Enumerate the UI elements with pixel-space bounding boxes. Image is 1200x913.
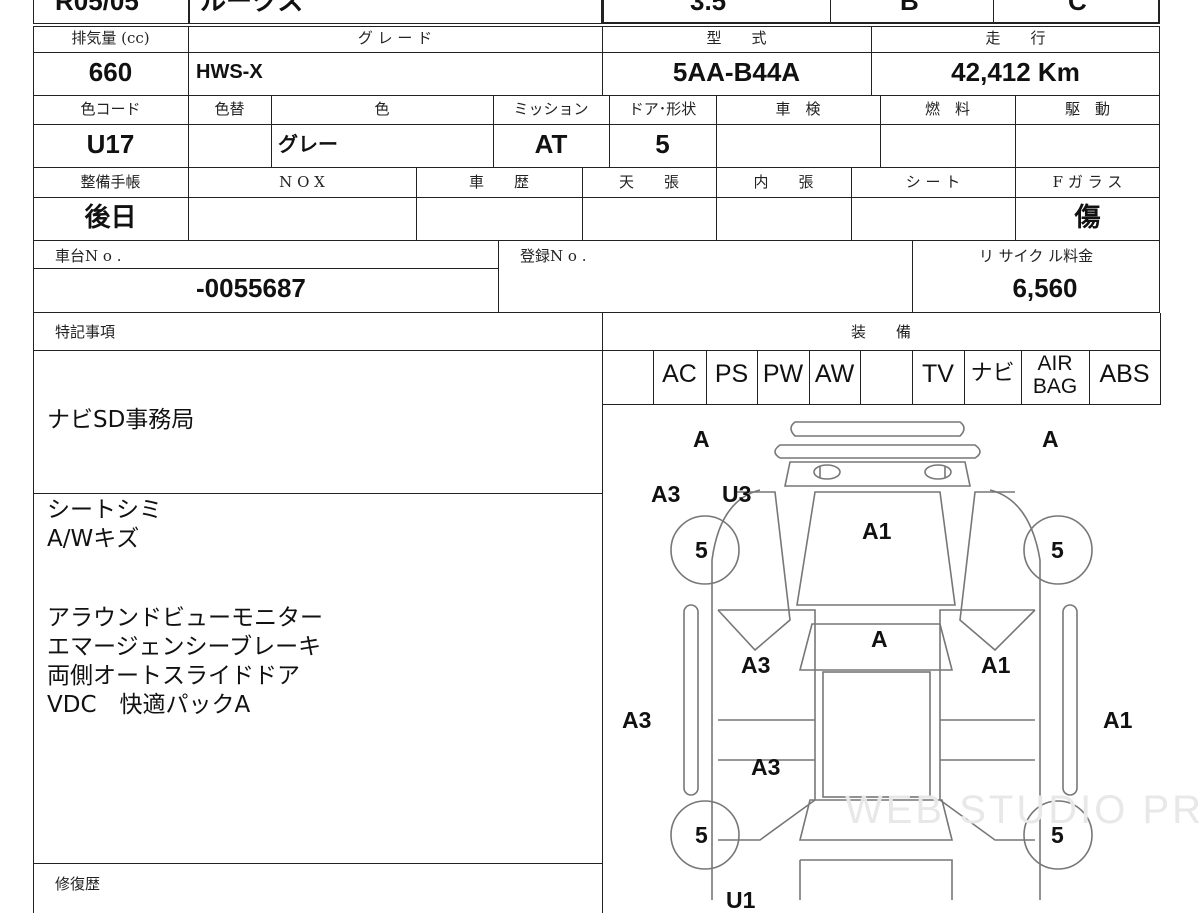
label-inspection: 車 検 [775, 100, 821, 118]
mark-right-front-door: A1 [981, 652, 1011, 678]
mark-tire-rear-left: 5 [695, 822, 708, 848]
label-remarks: 特記事項 [55, 323, 116, 341]
overall-score: 3.5 [690, 0, 727, 16]
equip-ps: PS [714, 360, 749, 388]
label-interior: 内 張 [753, 173, 814, 191]
value-mileage: 42,412 Km [951, 57, 1080, 87]
mark-tire-front-right: 5 [1051, 537, 1064, 563]
remark-navi-sd: ナビSD事務局 [47, 407, 195, 433]
equip-airbag-top: AIR [1037, 352, 1073, 375]
mark-right-side: A1 [1103, 707, 1133, 733]
equip-airbag-bottom: BAG [1032, 375, 1078, 398]
label-equipment: 装 備 [850, 323, 911, 341]
value-door-shape: 5 [655, 129, 670, 159]
value-color-code: U17 [86, 129, 135, 159]
equip-abs: ABS [1099, 360, 1150, 388]
label-fuel: 燃 料 [924, 100, 970, 118]
value-displacement: 660 [88, 57, 133, 87]
value-model-type: 5AA-B44A [672, 57, 801, 87]
auction-date: R05/05 [55, 0, 139, 16]
remark-options: アラウンドビューモニター エマージェンシーブレーキ 両側オートスライドドア VD… [47, 605, 323, 718]
label-car-history: 車 歴 [468, 173, 529, 191]
mark-windshield: A [871, 626, 888, 652]
label-ceiling: 天 張 [618, 173, 679, 191]
value-color: グレー [278, 134, 338, 156]
value-recycle-fee: 6,560 [1012, 273, 1078, 303]
value-grade: HWS-X [196, 61, 263, 83]
label-front-glass: F ガ ラ ス [1052, 173, 1123, 191]
label-repair-history: 修復歴 [55, 875, 101, 893]
label-grade: グ レ ー ド [357, 29, 433, 47]
label-door-shape: ドア･形状 [628, 100, 697, 118]
label-color-code: 色コード [80, 100, 141, 118]
equip-navi: ナビ [970, 360, 1015, 385]
label-repaint: 色替 [214, 100, 245, 118]
mark-front-bumper-upper: U3 [722, 481, 752, 507]
label-recycle-fee: リ サイク ル料金 [978, 247, 1094, 265]
label-model-type: 型 式 [706, 29, 767, 47]
mark-rear-lower: U1 [726, 887, 756, 913]
label-displacement: 排気量 (cc) [71, 29, 150, 47]
mark-left-side: A3 [622, 707, 652, 733]
label-registration-no: 登録N o . [520, 247, 587, 265]
mark-tire-front-left: 5 [695, 537, 708, 563]
label-seat: シ ー ト [905, 173, 961, 191]
label-drive: 駆 動 [1064, 100, 1110, 118]
value-chassis-no: -0055687 [196, 273, 306, 303]
label-nox: N O X [279, 173, 325, 191]
label-color: 色 [374, 100, 390, 118]
interior-score: B [900, 0, 919, 16]
equip-pw: PW [762, 360, 804, 388]
exterior-score: C [1068, 0, 1087, 16]
value-maintenance-book: 後日 [84, 202, 137, 232]
remark-seat-wheel: シートシミ A/Wキズ [47, 497, 162, 552]
mark-front-right-corner: A [1042, 426, 1059, 452]
mark-front-left-corner: A [693, 426, 710, 452]
mark-hood: A1 [862, 518, 892, 544]
value-front-glass: 傷 [1074, 202, 1101, 232]
mark-left-rear-door: A3 [751, 754, 781, 780]
mark-left-front-door: A3 [741, 652, 771, 678]
car-name: ルークス [200, 0, 304, 16]
label-mileage: 走 行 [985, 29, 1046, 47]
mark-left-front-fender: A3 [651, 481, 681, 507]
equip-aw: AW [814, 360, 855, 388]
label-chassis-no: 車台N o . [55, 247, 122, 265]
equip-ac: AC [662, 360, 697, 388]
equip-tv: TV [922, 360, 954, 388]
label-maintenance-book: 整備手帳 [80, 173, 141, 191]
label-transmission: ミッション [513, 100, 589, 118]
watermark: WEB STUDIO PRO [845, 788, 1200, 832]
value-transmission: AT [534, 129, 568, 159]
